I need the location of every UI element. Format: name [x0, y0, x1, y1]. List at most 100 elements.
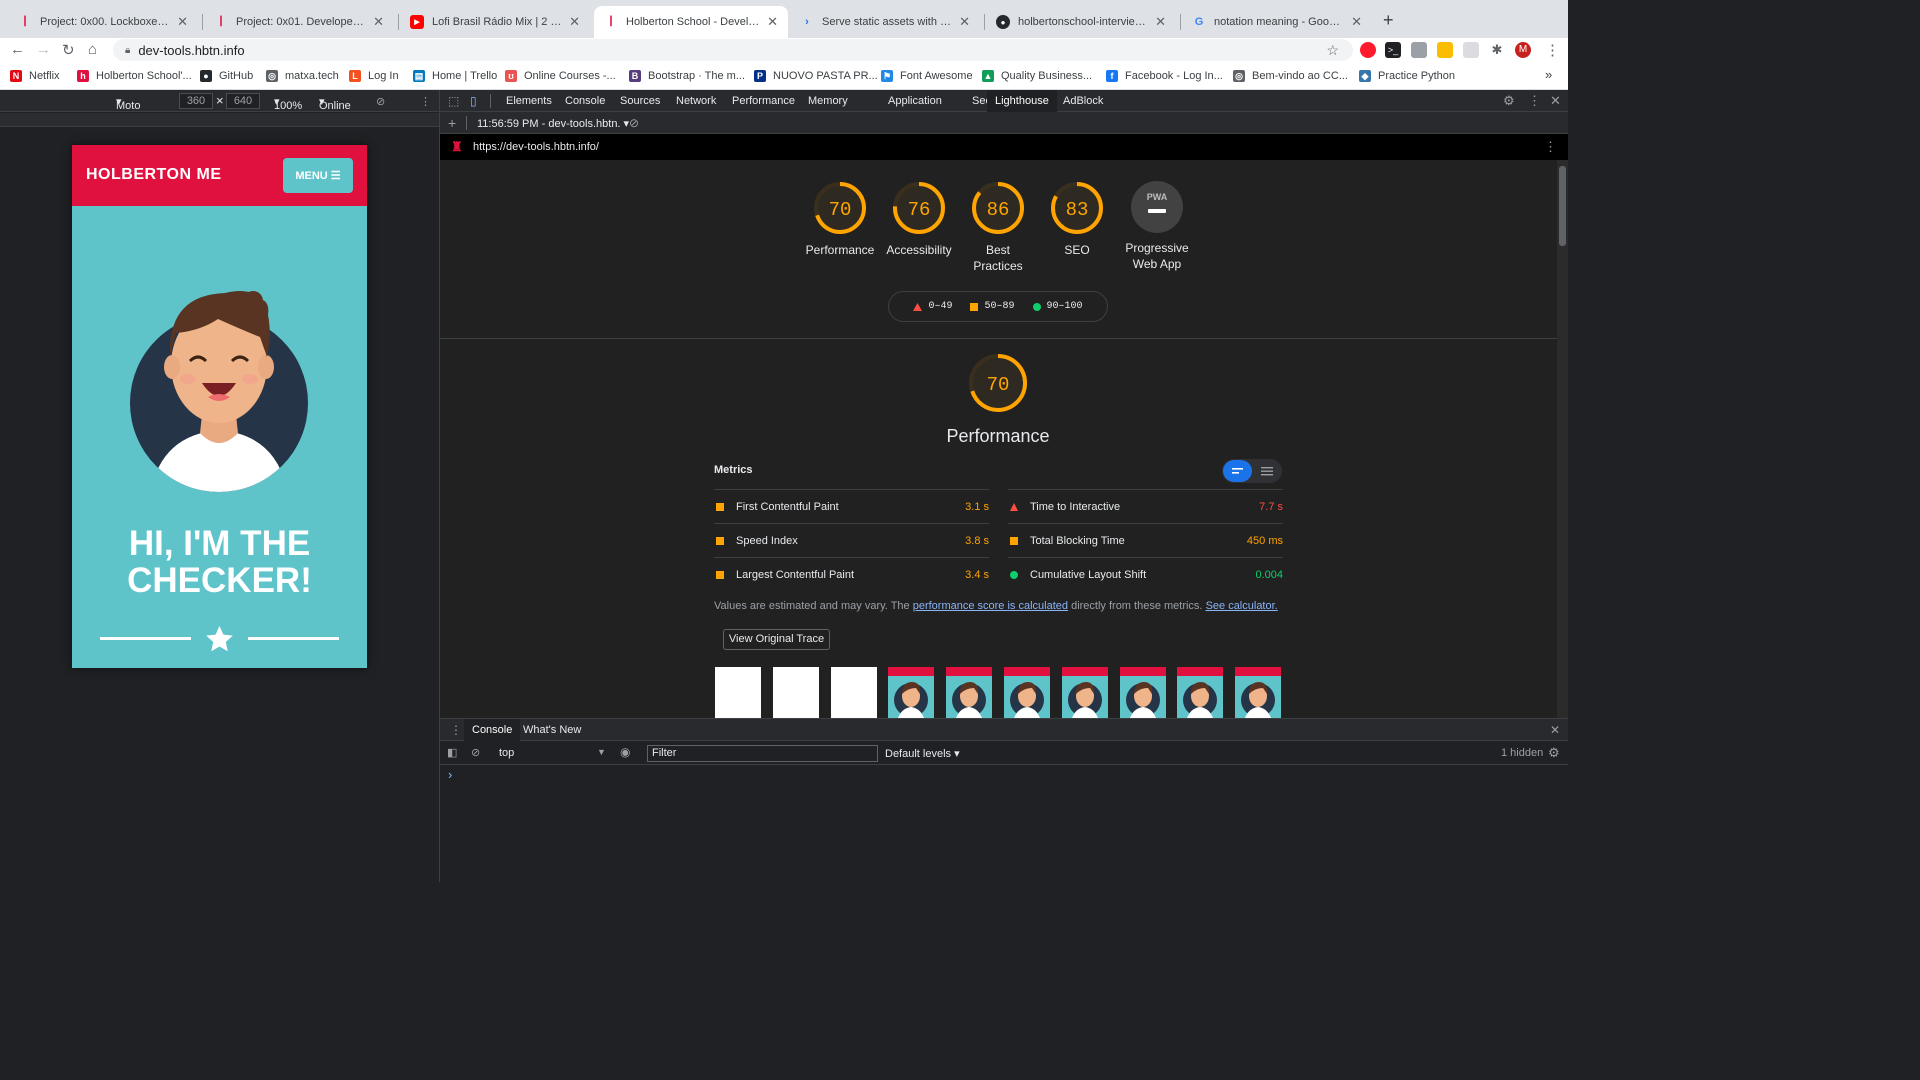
close-tab-icon[interactable]: ✕: [1351, 14, 1362, 30]
browser-tab[interactable]: › Serve static assets with an effi ✕: [790, 6, 980, 38]
browser-tab[interactable]: ● holbertonschool-interview/0x0 ✕: [986, 6, 1176, 38]
more-bookmarks-icon[interactable]: »: [1545, 67, 1552, 82]
context-select[interactable]: top: [499, 747, 514, 759]
clear-console-icon[interactable]: ⊘: [471, 746, 480, 759]
bookmark-item[interactable]: B Bootstrap · The m...: [629, 70, 745, 82]
bookmark-item[interactable]: N Netflix: [10, 70, 60, 82]
score-label-line-1: SEO: [1064, 243, 1090, 257]
devtools-tab-elements[interactable]: Elements: [498, 90, 560, 112]
zoom-select[interactable]: 100% ▾: [274, 95, 302, 112]
bookmark-item[interactable]: ◆ Practice Python: [1359, 70, 1455, 82]
bookmark-item[interactable]: L Log In: [349, 70, 399, 82]
close-tab-icon[interactable]: ✕: [177, 14, 188, 30]
inspect-element-icon[interactable]: ⬚: [448, 94, 459, 108]
report-scrollbar[interactable]: [1557, 160, 1568, 718]
close-devtools-icon[interactable]: ✕: [1550, 93, 1561, 109]
drawer-tab-console[interactable]: Console: [464, 719, 521, 741]
forward-arrow-icon[interactable]: →: [36, 41, 51, 58]
devtools-tab-application[interactable]: Application: [880, 90, 950, 112]
rotate-disabled-icon[interactable]: ⊘: [376, 95, 385, 108]
devtools-menu-icon[interactable]: ⋮: [1528, 93, 1541, 109]
eyedropper-extension-icon[interactable]: [1411, 42, 1427, 58]
clear-reports-icon[interactable]: ⊘: [629, 116, 639, 130]
lighthouse-logo-icon: ♜: [451, 139, 463, 154]
report-url[interactable]: https://dev-tools.hbtn.info/: [473, 141, 599, 153]
devtools-tab-lighthouse[interactable]: Lighthouse: [987, 90, 1057, 112]
close-drawer-icon[interactable]: ✕: [1550, 723, 1560, 737]
context-dropdown-icon[interactable]: ▼: [597, 747, 606, 757]
network-throttle-select[interactable]: Online ▾: [319, 95, 351, 112]
drawer-menu-icon[interactable]: ⋮: [450, 723, 462, 737]
opera-extension-icon[interactable]: [1360, 42, 1376, 58]
bookmark-item[interactable]: ʊ Online Courses -...: [505, 70, 616, 82]
scrollbar-thumb[interactable]: [1559, 166, 1566, 246]
close-tab-icon[interactable]: ✕: [569, 14, 580, 30]
site-logo[interactable]: HOLBERTON ME: [86, 166, 221, 184]
close-tab-icon[interactable]: ✕: [767, 14, 778, 30]
devtools-tab-sources[interactable]: Sources: [612, 90, 668, 112]
bookmark-item[interactable]: h Holberton School'...: [77, 70, 192, 82]
report-select[interactable]: 11:56:59 PM - dev-tools.hbtn. ▾: [477, 117, 629, 130]
expanded-view-icon[interactable]: [1255, 460, 1279, 482]
device-select[interactable]: Moto G4 ▾: [116, 95, 140, 124]
home-icon[interactable]: ⌂: [88, 41, 97, 58]
console-filter-input[interactable]: Filter: [647, 745, 878, 762]
bookmark-item[interactable]: ● GitHub: [200, 70, 253, 82]
new-report-plus-icon[interactable]: +: [448, 115, 456, 131]
score-gauge[interactable]: 86 Best Practices: [958, 180, 1038, 274]
live-expression-eye-icon[interactable]: ◉: [620, 745, 630, 759]
pwa-gauge[interactable]: PWA Progressive Web App: [1117, 180, 1197, 272]
compact-view-button[interactable]: [1223, 460, 1252, 482]
devtools-tab-adblock[interactable]: AdBlock: [1055, 90, 1111, 112]
score-calculated-link[interactable]: performance score is calculated: [913, 600, 1068, 612]
log-levels-select[interactable]: Default levels ▾: [885, 747, 960, 760]
omnibox[interactable]: 🔒︎ dev-tools.hbtn.info ☆: [113, 39, 1353, 61]
device-more-icon[interactable]: ⋮: [420, 95, 431, 108]
devtools-tab-console[interactable]: Console: [557, 90, 613, 112]
browser-tab[interactable]: ꟾ Project: 0x00. Lockboxes | Hol ✕: [8, 6, 198, 38]
ruler-extension-icon[interactable]: [1437, 42, 1453, 58]
close-tab-icon[interactable]: ✕: [373, 14, 384, 30]
report-menu-icon[interactable]: ⋮: [1544, 139, 1557, 155]
bookmark-item[interactable]: ◎ Bem-vindo ao CC...: [1233, 70, 1348, 82]
puzzle-extensions-icon[interactable]: ✱: [1489, 42, 1505, 58]
device-height-input[interactable]: 640: [226, 93, 260, 109]
calculator-link[interactable]: See calculator.: [1206, 600, 1278, 612]
score-gauge[interactable]: 83 SEO: [1037, 180, 1117, 258]
back-arrow-icon[interactable]: ←: [10, 41, 25, 58]
browser-tab[interactable]: G notation meaning - Google Sea ✕: [1182, 6, 1372, 38]
new-tab-button[interactable]: +: [1383, 10, 1394, 31]
drawer-tab-whats-new[interactable]: What's New: [515, 719, 589, 741]
bookmark-star-icon[interactable]: ☆: [1326, 42, 1339, 59]
view-original-trace-button[interactable]: View Original Trace: [723, 629, 830, 650]
bookmark-item[interactable]: ▲ Quality Business...: [982, 70, 1092, 82]
kebab-menu-icon[interactable]: ⋮: [1545, 41, 1560, 59]
device-width-input[interactable]: 360: [179, 93, 213, 109]
settings-gear-icon[interactable]: ⚙: [1503, 93, 1515, 109]
browser-tab[interactable]: ▶ Lofi Brasil Rádio Mix | 2 Horas ✕: [400, 6, 590, 38]
reload-icon[interactable]: ↻: [62, 41, 75, 59]
bookmark-item[interactable]: f Facebook - Log In...: [1106, 70, 1223, 82]
score-gauge[interactable]: 76 Accessibility: [879, 180, 959, 258]
terminal-extension-icon[interactable]: >_: [1385, 42, 1401, 58]
close-tab-icon[interactable]: ✕: [1155, 14, 1166, 30]
close-tab-icon[interactable]: ✕: [959, 14, 970, 30]
devtools-tab-performance[interactable]: Performance: [724, 90, 803, 112]
device-toggle-icon[interactable]: ▯: [470, 94, 477, 108]
console-settings-gear-icon[interactable]: ⚙: [1548, 745, 1560, 761]
bookmark-item[interactable]: P NUOVO PASTA PR...: [754, 70, 878, 82]
bookmark-item[interactable]: ▤ Home | Trello: [413, 70, 497, 82]
devtools-tab-memory[interactable]: Memory: [800, 90, 856, 112]
metrics-view-toggle[interactable]: [1222, 459, 1282, 483]
site-menu-button[interactable]: MENU ☰: [283, 158, 353, 193]
sidebar-toggle-icon[interactable]: ◧: [447, 746, 457, 759]
browser-tab[interactable]: ꟾ Project: 0x01. Developer tools ✕: [204, 6, 394, 38]
browser-tab-active[interactable]: ꟾ Holberton School - Developer t ✕: [594, 6, 788, 38]
extension-icon[interactable]: [1463, 42, 1479, 58]
score-gauge[interactable]: 70 Performance: [800, 180, 880, 258]
bookmark-item[interactable]: ◎ matxa.tech: [266, 70, 339, 82]
devtools-tab-network[interactable]: Network: [668, 90, 724, 112]
bookmark-item[interactable]: ⚑ Font Awesome: [881, 70, 973, 82]
console-prompt[interactable]: ›: [448, 767, 452, 782]
profile-avatar[interactable]: M: [1515, 42, 1531, 58]
